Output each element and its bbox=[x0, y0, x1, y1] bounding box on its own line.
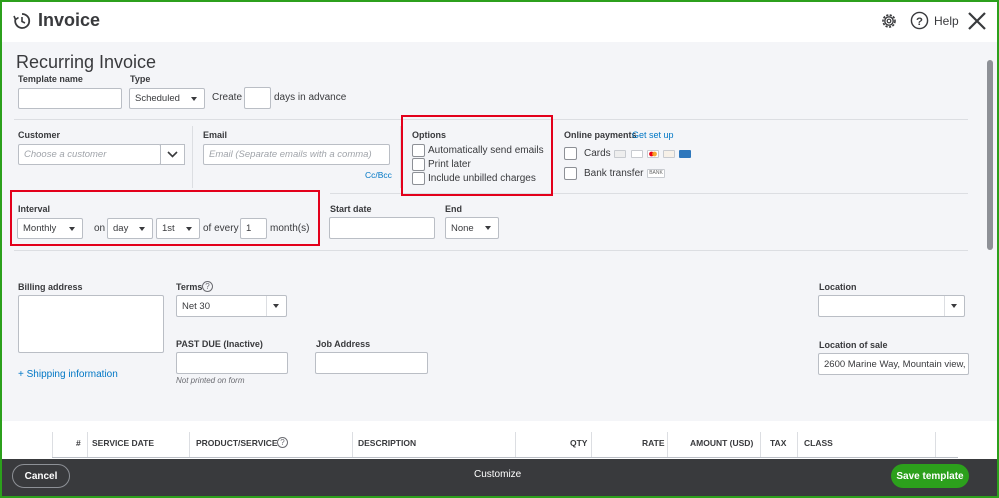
divider bbox=[266, 296, 267, 316]
amex-icon bbox=[679, 150, 691, 158]
divider bbox=[352, 432, 353, 458]
past-due-input[interactable] bbox=[176, 352, 288, 374]
divider bbox=[87, 432, 88, 458]
location-of-sale-label: Location of sale bbox=[819, 340, 888, 350]
divider bbox=[52, 432, 53, 458]
template-name-label: Template name bbox=[18, 74, 83, 84]
end-select[interactable]: None bbox=[445, 217, 499, 239]
divider bbox=[192, 126, 193, 188]
footer-bar: Cancel Customize Save template bbox=[2, 459, 997, 496]
mastercard-icon bbox=[647, 150, 659, 158]
past-due-label: PAST DUE (Inactive) bbox=[176, 339, 263, 349]
help-label[interactable]: Help bbox=[934, 14, 959, 28]
end-label: End bbox=[445, 204, 462, 214]
column-header-description: DESCRIPTION bbox=[358, 438, 417, 448]
type-label: Type bbox=[130, 74, 151, 84]
visa-icon bbox=[631, 150, 643, 158]
cc-bcc-link[interactable]: Cc/Bcc bbox=[365, 170, 392, 180]
divider bbox=[797, 432, 798, 458]
location-of-sale-input[interactable]: 2600 Marine Way, Mountain view, bbox=[818, 353, 969, 375]
column-header-product-service: PRODUCT/SERVICE bbox=[196, 438, 278, 448]
customer-dropdown-button[interactable] bbox=[160, 144, 185, 165]
divider bbox=[515, 432, 516, 458]
scrollbar[interactable] bbox=[987, 60, 993, 250]
help-icon[interactable]: ? bbox=[910, 11, 929, 30]
online-payments-label: Online payments bbox=[564, 130, 637, 140]
divider bbox=[760, 432, 761, 458]
terms-value: Net 30 bbox=[182, 300, 210, 312]
start-date-label: Start date bbox=[330, 204, 372, 214]
divider bbox=[944, 296, 945, 316]
column-header-amount: AMOUNT (USD) bbox=[690, 438, 754, 448]
shipping-information-link[interactable]: + Shipping information bbox=[18, 369, 118, 380]
job-address-input[interactable] bbox=[315, 352, 428, 374]
type-select[interactable]: Scheduled bbox=[129, 88, 205, 109]
email-input[interactable]: Email (Separate emails with a comma) bbox=[203, 144, 390, 165]
chevron-down-icon bbox=[273, 304, 279, 308]
close-icon[interactable] bbox=[966, 10, 988, 32]
terms-help-icon[interactable]: ? bbox=[202, 281, 213, 292]
chevron-down-icon bbox=[191, 96, 197, 101]
days-in-advance-label: days in advance bbox=[274, 92, 347, 103]
column-header-qty: QTY bbox=[570, 438, 588, 448]
column-header-number: # bbox=[76, 438, 81, 448]
header-bar: Invoice ? Help bbox=[2, 2, 997, 42]
job-address-label: Job Address bbox=[316, 339, 371, 349]
bank-badge: BANK bbox=[647, 169, 665, 178]
get-set-up-link[interactable]: Get set up bbox=[632, 130, 674, 140]
location-select[interactable] bbox=[818, 295, 965, 317]
billing-address-label: Billing address bbox=[18, 282, 83, 292]
customize-button[interactable]: Customize bbox=[474, 469, 521, 480]
cards-label: Cards bbox=[584, 148, 611, 159]
past-due-note: Not printed on form bbox=[176, 376, 245, 385]
divider bbox=[14, 250, 968, 251]
column-header-service-date: SERVICE DATE bbox=[92, 438, 155, 448]
terms-label: Terms bbox=[176, 282, 203, 292]
email-label: Email bbox=[203, 130, 228, 140]
divider bbox=[591, 432, 592, 458]
create-label: Create bbox=[212, 92, 243, 103]
divider bbox=[52, 457, 958, 458]
divider bbox=[667, 432, 668, 458]
terms-select[interactable]: Net 30 bbox=[176, 295, 287, 317]
column-header-class: CLASS bbox=[804, 438, 833, 448]
cancel-button[interactable]: Cancel bbox=[12, 464, 70, 488]
create-days-input[interactable] bbox=[244, 87, 271, 109]
column-header-tax: TAX bbox=[770, 438, 787, 448]
interval-highlight bbox=[10, 190, 320, 246]
product-service-help-icon[interactable]: ? bbox=[277, 437, 288, 448]
customer-input[interactable]: Choose a customer bbox=[18, 144, 161, 165]
recurring-clock-icon bbox=[13, 13, 31, 29]
column-header-rate: RATE bbox=[642, 438, 665, 448]
chevron-down-icon bbox=[485, 226, 491, 230]
discover-icon bbox=[663, 150, 675, 158]
type-value: Scheduled bbox=[135, 93, 180, 104]
svg-text:?: ? bbox=[916, 16, 923, 28]
template-name-input[interactable] bbox=[18, 88, 122, 109]
bank-transfer-checkbox[interactable] bbox=[564, 167, 577, 180]
options-highlight bbox=[401, 115, 553, 196]
location-label: Location bbox=[819, 282, 857, 292]
apple-pay-icon bbox=[614, 150, 626, 158]
bank-transfer-label: Bank transfer bbox=[584, 168, 644, 179]
customer-label: Customer bbox=[18, 130, 61, 140]
divider bbox=[189, 432, 190, 458]
end-value: None bbox=[451, 222, 474, 234]
save-template-button[interactable]: Save template bbox=[891, 464, 969, 488]
form-heading: Recurring Invoice bbox=[16, 52, 157, 72]
divider bbox=[935, 432, 936, 458]
page-title: Invoice bbox=[38, 10, 101, 30]
chevron-down-icon bbox=[167, 151, 178, 158]
cards-checkbox[interactable] bbox=[564, 147, 577, 160]
chevron-down-icon bbox=[951, 304, 957, 308]
start-date-input[interactable] bbox=[329, 217, 435, 239]
gear-icon[interactable] bbox=[879, 11, 899, 31]
billing-address-input[interactable] bbox=[18, 295, 164, 353]
